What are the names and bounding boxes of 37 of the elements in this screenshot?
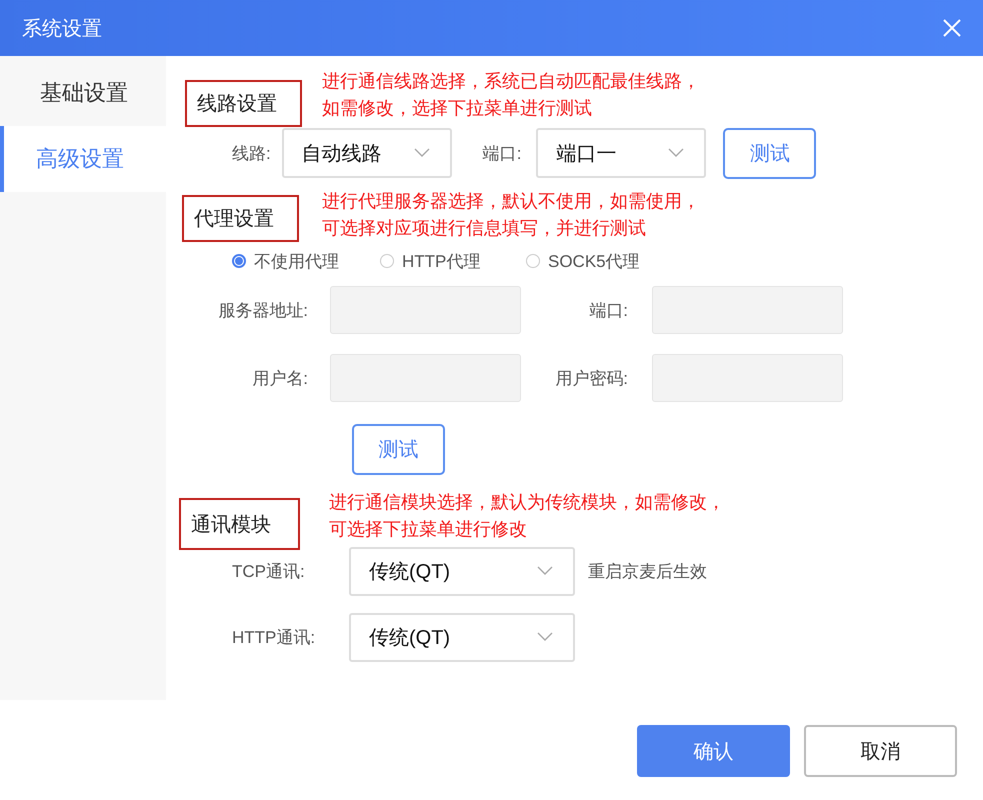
confirm-button[interactable]: 确认 — [637, 725, 790, 777]
section-heading: 代理设置 — [182, 195, 299, 242]
field-label: HTTP通讯: — [232, 626, 316, 648]
chevron-down-icon — [537, 566, 553, 576]
sidebar-item[interactable]: 基础设置 — [0, 60, 166, 126]
hint-text: 重启京麦后生效 — [588, 560, 707, 582]
chevron-down-icon — [537, 632, 553, 642]
test-button[interactable]: 测试 — [352, 424, 445, 475]
window-title: 系统设置 — [22, 16, 102, 42]
annotation-text: 可选择下拉菜单进行修改 — [329, 518, 528, 541]
annotation-text: 进行通信线路选择，系统已自动匹配最佳线路， — [322, 70, 700, 93]
section-heading: 线路设置 — [185, 80, 302, 127]
field-label: 服务器地址: — [217, 300, 309, 322]
test-button[interactable]: 测试 — [723, 128, 816, 178]
field-label: 端口: — [588, 300, 629, 322]
annotation-text: 可选择对应项进行信息填写，并进行测试 — [322, 217, 647, 240]
section-heading: 通讯模块 — [179, 498, 300, 550]
chevron-down-icon — [668, 148, 684, 158]
dropdown[interactable]: 传统(QT) — [349, 612, 575, 662]
radio-option[interactable]: SOCK5代理 — [526, 250, 640, 272]
sidebar-item[interactable]: 高级设置 — [0, 126, 166, 192]
field-label: 线路: — [232, 142, 271, 164]
radio-option[interactable]: HTTP代理 — [380, 250, 526, 272]
annotation-text: 如需修改，选择下拉菜单进行测试 — [322, 97, 593, 120]
field-label: 端口: — [482, 142, 522, 164]
cancel-button[interactable]: 取消 — [804, 725, 957, 777]
dropdown[interactable]: 传统(QT) — [349, 546, 575, 596]
field-label: 用户密码: — [554, 368, 629, 390]
dropdown[interactable]: 端口一 — [536, 128, 706, 178]
annotation-text: 进行通信模块选择，默认为传统模块，如需修改， — [329, 491, 725, 514]
field-label: TCP通讯: — [232, 560, 306, 582]
dropdown[interactable]: 自动线路 — [282, 128, 452, 178]
annotation-text: 进行代理服务器选择，默认不使用，如需使用， — [322, 190, 700, 213]
radio-option[interactable]: 不使用代理 — [232, 250, 380, 272]
field-label: 用户名: — [251, 368, 309, 390]
chevron-down-icon — [414, 148, 430, 158]
close-icon[interactable] — [943, 19, 961, 37]
